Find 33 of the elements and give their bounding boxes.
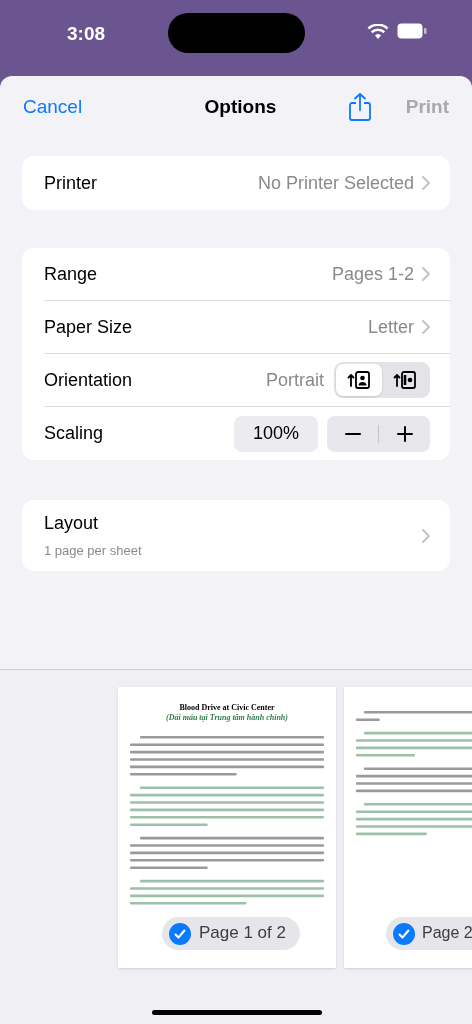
printer-row[interactable]: Printer No Printer Selected: [22, 156, 450, 210]
portrait-icon: [347, 370, 371, 390]
option-label: Range: [44, 262, 98, 286]
layout-subtitle: 1 page per sheet: [44, 542, 142, 561]
status-time: 3:08: [67, 22, 106, 46]
page-badge[interactable]: Page 1 of 2: [162, 917, 300, 950]
document-subtitle: (Dải máu tại Trung tâm hành chính): [165, 712, 289, 723]
wifi-icon: [367, 24, 389, 40]
document-title: Blood Drive at Civic Center: [178, 703, 276, 713]
option-label: Paper Size: [44, 315, 133, 339]
share-icon[interactable]: [348, 93, 371, 121]
orientation-option[interactable]: [336, 364, 382, 396]
option-value: No Printer Selected: [257, 171, 414, 195]
option-label: Layout: [44, 512, 100, 536]
chevron-icon: [422, 528, 430, 543]
chevron-icon: [422, 176, 430, 190]
cancel-button[interactable]: Cancel: [23, 92, 83, 122]
layout-row[interactable]: Layout 1 page per sheet: [22, 500, 450, 571]
sheet-title: Options: [204, 94, 277, 119]
option-label: Printer: [44, 171, 97, 195]
scaling-field[interactable]: 100%: [234, 415, 318, 452]
option-value: Portrait: [265, 368, 324, 392]
chevron-icon: [422, 320, 430, 334]
landscape-icon: [393, 370, 417, 390]
option-label: Scaling: [44, 422, 104, 445]
plus-icon: [396, 425, 413, 442]
page-badge[interactable]: Page 2: [386, 917, 472, 950]
page-preview[interactable]: Blood Drive at Civic Center (Dải máu tại Trung tâm hành chính) Page 1 of 2: [118, 687, 336, 968]
battery-icon: [397, 23, 427, 39]
option-label: Orientation: [44, 368, 133, 392]
chevron-icon: [422, 267, 430, 281]
page-preview[interactable]: Page 2: [344, 687, 472, 968]
minus-icon: [344, 432, 361, 435]
